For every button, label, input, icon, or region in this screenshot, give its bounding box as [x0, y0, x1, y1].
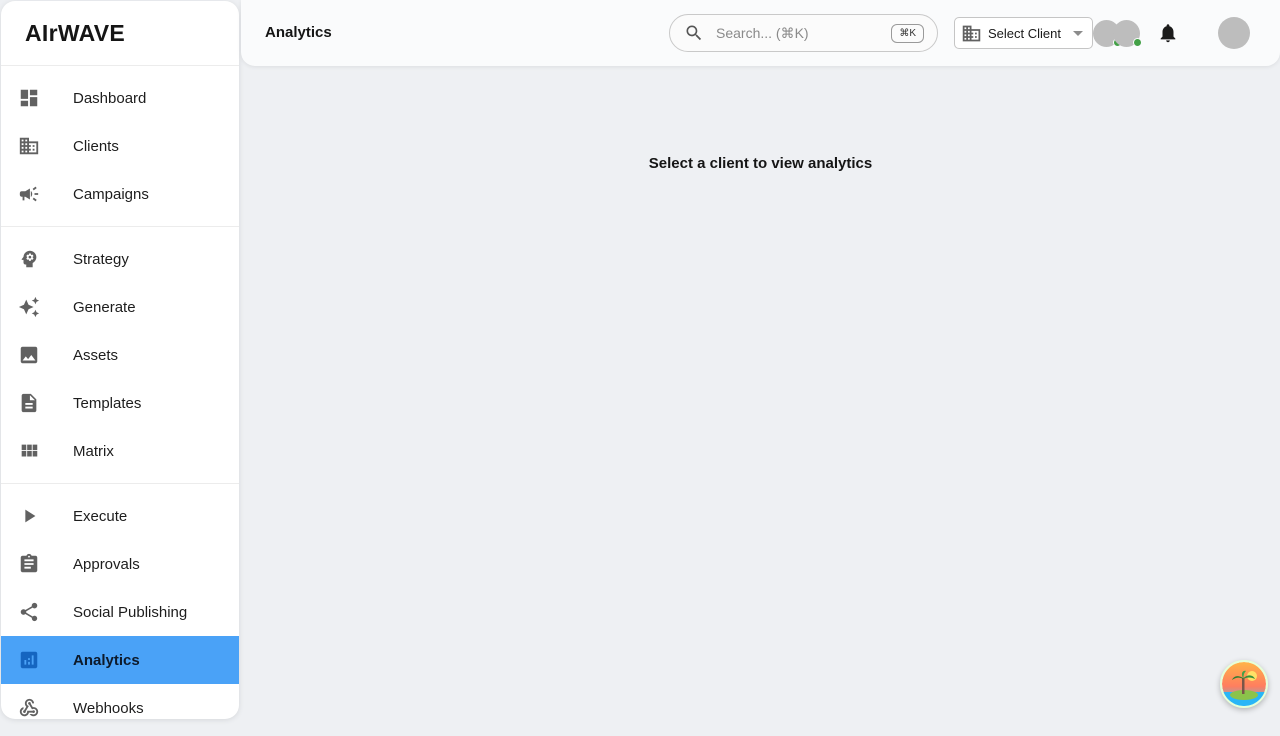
sidebar-item-campaigns[interactable]: Campaigns: [1, 170, 239, 218]
sidebar-item-templates[interactable]: Templates: [1, 379, 239, 427]
brand-logo[interactable]: AIrWAVE: [1, 1, 239, 66]
notifications-bell-icon[interactable]: [1157, 22, 1179, 44]
sidebar-item-label: Campaigns: [73, 185, 149, 203]
share-icon: [18, 601, 40, 623]
sidebar-item-clients[interactable]: Clients: [1, 122, 239, 170]
online-status-dot: [1133, 38, 1142, 47]
analytics-icon: [18, 649, 40, 671]
sidebar-item-strategy[interactable]: Strategy: [1, 235, 239, 283]
sidebar-item-label: Strategy: [73, 250, 129, 268]
sidebar: AIrWAVE Dashboard Clients Campaigns Stra…: [1, 1, 239, 719]
sidebar-item-webhooks[interactable]: Webhooks: [1, 684, 239, 719]
client-select[interactable]: Select Client: [954, 17, 1093, 49]
play-icon: [18, 505, 40, 527]
sidebar-item-social-publishing[interactable]: Social Publishing: [1, 588, 239, 636]
client-select-label: Select Client: [988, 26, 1061, 41]
dashboard-icon: [18, 87, 40, 109]
sidebar-item-label: Webhooks: [73, 699, 144, 717]
megaphone-icon: [18, 183, 40, 205]
top-bar: Analytics Search... (⌘K) ⌘K Select Clien…: [241, 0, 1280, 66]
search-input[interactable]: Search... (⌘K) ⌘K: [669, 14, 938, 52]
app-root: AIrWAVE Dashboard Clients Campaigns Stra…: [0, 0, 1280, 736]
psychology-head-icon: [18, 248, 40, 270]
sidebar-item-assets[interactable]: Assets: [1, 331, 239, 379]
sidebar-item-label: Assets: [73, 346, 119, 364]
webhook-icon: [18, 697, 40, 719]
user-avatar[interactable]: [1218, 17, 1250, 49]
grid-icon: [18, 440, 40, 462]
sidebar-item-analytics[interactable]: Analytics: [1, 636, 239, 684]
building-icon: [18, 135, 40, 157]
sidebar-item-label: Clients: [73, 137, 119, 155]
search-placeholder: Search... (⌘K): [716, 25, 809, 41]
sidebar-item-dashboard[interactable]: Dashboard: [1, 74, 239, 122]
island-icon: [1222, 662, 1266, 706]
nav-group-operate: Execute Approvals Social Publishing Anal…: [1, 484, 239, 719]
nav-group-overview: Dashboard Clients Campaigns: [1, 66, 239, 227]
sidebar-item-label: Generate: [73, 298, 136, 316]
sparkles-icon: [18, 296, 40, 318]
sidebar-item-label: Social Publishing: [73, 603, 188, 621]
sidebar-item-label: Templates: [73, 394, 142, 412]
sidebar-item-label: Execute: [73, 507, 128, 525]
search-shortcut-badge: ⌘K: [891, 24, 924, 43]
nav-group-create: Strategy Generate Assets Templates Matri…: [1, 227, 239, 484]
building-icon: [961, 23, 982, 44]
document-icon: [18, 392, 40, 414]
clipboard-icon: [18, 553, 40, 575]
sidebar-item-label: Analytics: [73, 651, 140, 669]
sidebar-item-label: Matrix: [73, 442, 114, 460]
image-icon: [18, 344, 40, 366]
chevron-down-icon: [1073, 31, 1083, 36]
online-users-group[interactable]: [1093, 19, 1145, 49]
sidebar-item-matrix[interactable]: Matrix: [1, 427, 239, 475]
page-title: Analytics: [265, 24, 332, 41]
sidebar-item-execute[interactable]: Execute: [1, 492, 239, 540]
search-icon: [684, 23, 704, 43]
empty-state-message: Select a client to view analytics: [648, 155, 873, 172]
sidebar-item-label: Dashboard: [73, 89, 147, 107]
assistant-fab-button[interactable]: [1220, 660, 1268, 708]
sidebar-item-label: Approvals: [73, 555, 140, 573]
sidebar-item-generate[interactable]: Generate: [1, 283, 239, 331]
sidebar-item-approvals[interactable]: Approvals: [1, 540, 239, 588]
